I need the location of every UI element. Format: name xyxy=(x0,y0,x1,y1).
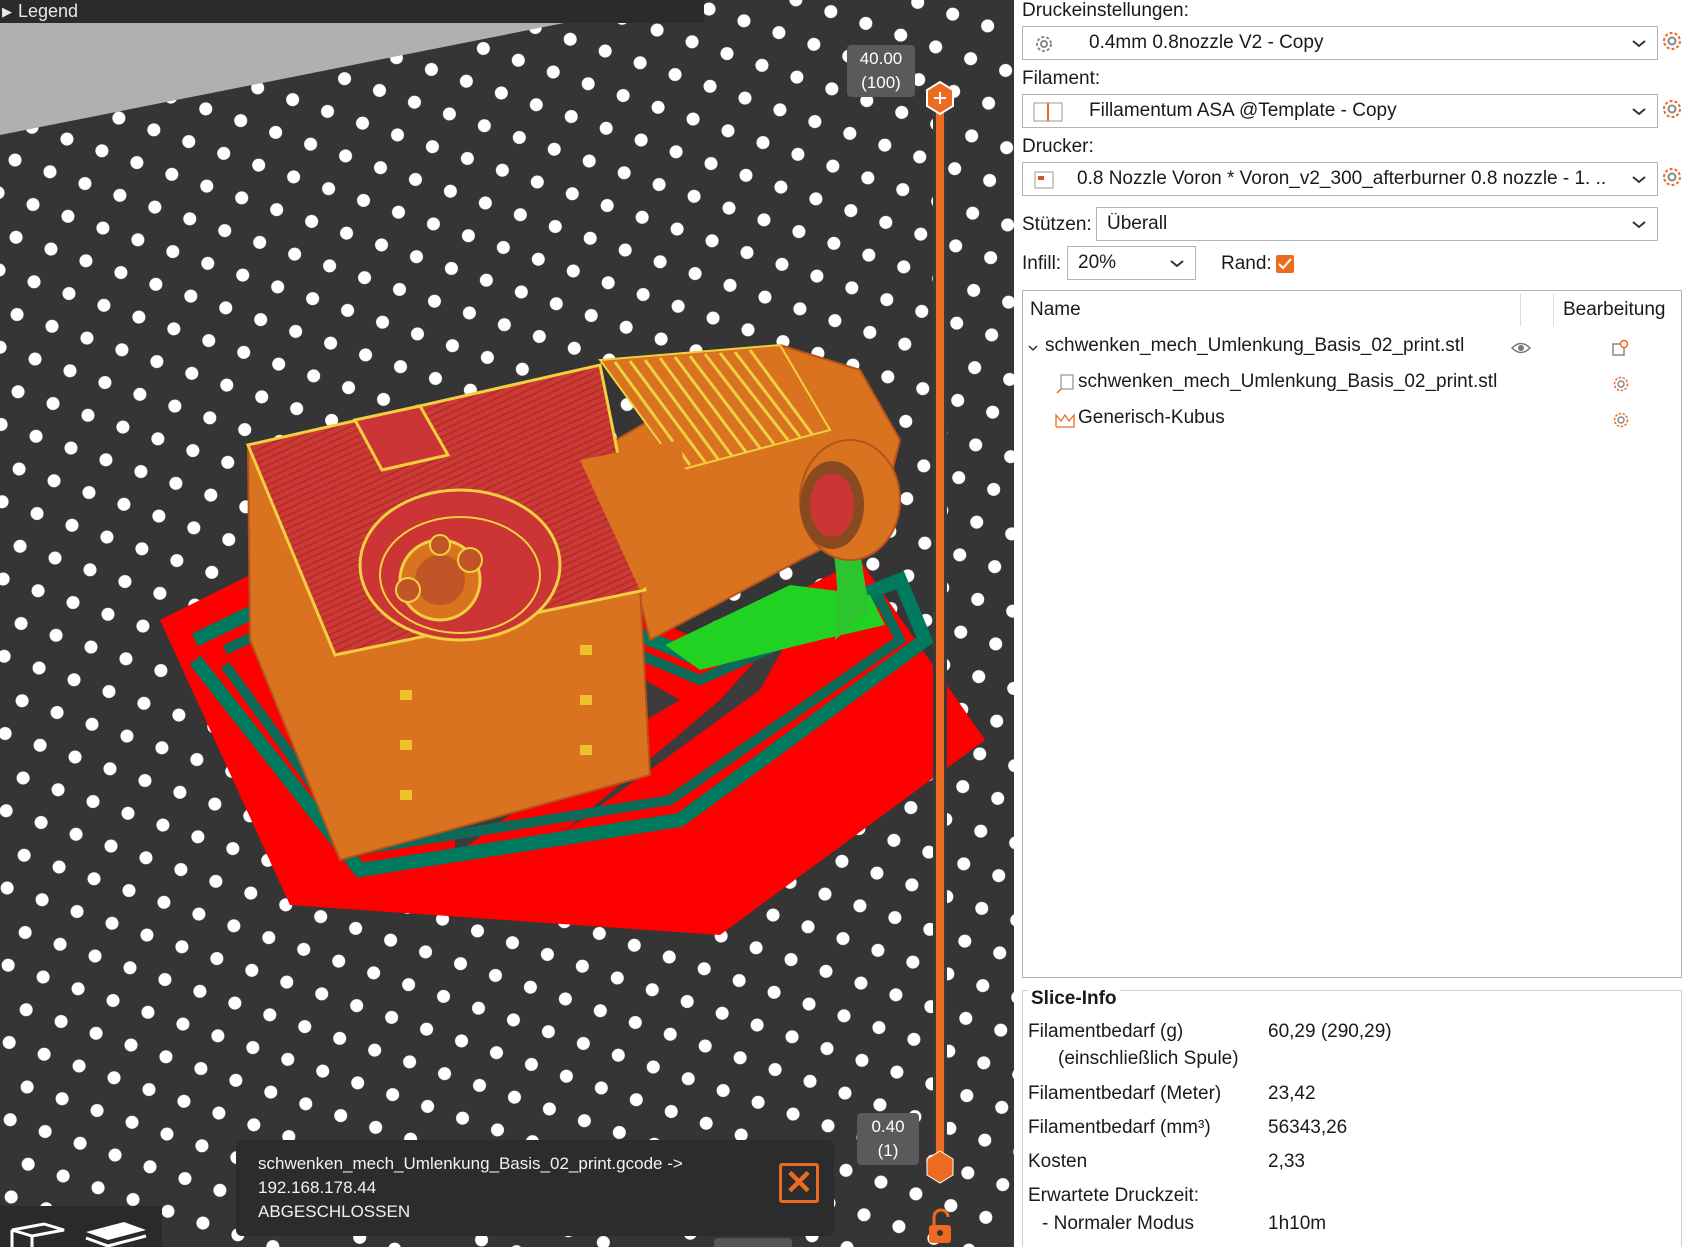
notification-line-3: ABGESCHLOSSEN xyxy=(258,1202,411,1221)
slice-info-box: Slice-Info Filamentbedarf (g) 60,29 (290… xyxy=(1022,980,1682,1247)
filament-edit-gear-icon[interactable] xyxy=(1661,98,1683,120)
infill-label: Infill: xyxy=(1022,253,1062,274)
chevron-down-icon xyxy=(1170,260,1184,268)
eye-icon[interactable] xyxy=(1511,341,1531,355)
3d-preview-viewport[interactable]: ▶ Legend 40.00 (100) 0.40 (1) schwenken_m… xyxy=(0,0,1014,1247)
chevron-down-icon xyxy=(1632,40,1646,48)
print-settings-label: Druckeinstellungen: xyxy=(1022,0,1189,21)
3d-view-icon[interactable] xyxy=(4,1212,68,1247)
object-row[interactable]: schwenken_mech_Umlenkung_Basis_02_print.… xyxy=(1023,367,1681,401)
gear-icon[interactable] xyxy=(1612,411,1630,429)
slice-info-label: Filamentbedarf (Meter) xyxy=(1028,1083,1222,1104)
legend-label: Legend xyxy=(18,1,79,21)
printer-edit-gear-icon[interactable] xyxy=(1661,166,1683,188)
filament-color-icon xyxy=(1033,102,1063,122)
bottom-tab-handle[interactable] xyxy=(714,1238,792,1247)
legend-bar[interactable]: ▶ Legend xyxy=(0,0,704,23)
filament-combo[interactable]: Fillamentum ASA @Template - Copy xyxy=(1022,94,1658,128)
notification-line-2: 192.168.178.44 xyxy=(258,1178,377,1197)
part-icon xyxy=(1056,374,1074,394)
slice-info-label: Erwartete Druckzeit: xyxy=(1028,1185,1200,1206)
chevron-down-icon xyxy=(1632,221,1646,229)
cog-icon xyxy=(1036,36,1052,52)
slice-info-label: Kosten xyxy=(1028,1151,1088,1172)
close-icon: ✕ xyxy=(784,1164,814,1202)
view-toolbar xyxy=(0,1206,162,1247)
object-row[interactable]: Generisch-Kubus xyxy=(1023,403,1681,437)
printer-icon xyxy=(1034,171,1054,189)
slice-info-label: Filamentbedarf (g) xyxy=(1028,1021,1184,1042)
printer-value: 0.8 Nozzle Voron * Voron_v2_300_afterbur… xyxy=(1077,168,1607,189)
supports-combo[interactable]: Überall xyxy=(1096,207,1658,241)
upload-notification: schwenken_mech_Umlenkung_Basis_02_print.… xyxy=(236,1140,834,1236)
layer-bottom-height: 0.40 xyxy=(871,1117,905,1136)
chevron-down-icon xyxy=(1632,176,1646,184)
column-header-edit[interactable]: Bearbeitung xyxy=(1563,299,1665,321)
print-settings-edit-gear-icon[interactable] xyxy=(1661,30,1683,52)
notification-line-1: schwenken_mech_Umlenkung_Basis_02_print.… xyxy=(258,1154,683,1173)
layer-bottom-index: (1) xyxy=(877,1141,899,1160)
layer-bottom-tooltip: 0.40 (1) xyxy=(857,1113,919,1165)
slice-info-value: 2,33 xyxy=(1268,1151,1305,1172)
part-name: schwenken_mech_Umlenkung_Basis_02_print.… xyxy=(1078,371,1498,392)
slice-info-title: Slice-Info xyxy=(1028,988,1120,1010)
layer-top-tooltip: 40.00 (100) xyxy=(847,45,915,97)
layers-view-icon[interactable] xyxy=(84,1212,148,1247)
brim-label: Rand: xyxy=(1221,253,1272,274)
object-settings-icon[interactable] xyxy=(1611,339,1629,357)
slice-info-value: 1h10m xyxy=(1268,1213,1327,1234)
object-name: schwenken_mech_Umlenkung_Basis_02_print.… xyxy=(1045,335,1465,356)
slice-info-label: (einschließlich Spule) xyxy=(1058,1048,1239,1069)
layer-slider-top-thumb[interactable] xyxy=(926,80,954,116)
supports-label: Stützen: xyxy=(1022,214,1092,235)
infill-value: 20% xyxy=(1078,252,1117,273)
chevron-down-icon[interactable] xyxy=(1027,342,1039,354)
slice-info-value: 23,42 xyxy=(1268,1083,1316,1104)
column-header-name[interactable]: Name xyxy=(1030,299,1081,321)
print-preview-scene[interactable] xyxy=(0,0,1014,1247)
print-settings-combo[interactable]: 0.4mm 0.8nozzle V2 - Copy xyxy=(1022,26,1658,60)
filament-label: Filament: xyxy=(1022,68,1101,89)
expand-triangle-icon[interactable]: ▶ xyxy=(2,1,12,23)
chevron-down-icon xyxy=(1632,108,1646,116)
slice-info-label: - Normaler Modus xyxy=(1042,1213,1195,1234)
close-notification-button[interactable]: ✕ xyxy=(779,1163,819,1203)
object-list[interactable]: Name Bearbeitung schwenken_mech_Umlenkun… xyxy=(1022,290,1682,978)
support-blocker-icon xyxy=(1055,413,1075,428)
slice-info-value: 60,29 (290,29) xyxy=(1268,1021,1392,1042)
list-scrollbar[interactable] xyxy=(1682,290,1687,890)
brim-checkbox[interactable] xyxy=(1276,255,1294,273)
layer-top-height: 40.00 xyxy=(859,49,903,68)
filament-value: Fillamentum ASA @Template - Copy xyxy=(1089,100,1397,121)
modifier-name: Generisch-Kubus xyxy=(1078,407,1225,428)
slice-info-value: 56343,26 xyxy=(1268,1117,1348,1138)
slice-info-label: Filamentbedarf (mm³) xyxy=(1028,1117,1211,1138)
supports-value: Überall xyxy=(1107,213,1168,234)
object-row[interactable]: schwenken_mech_Umlenkung_Basis_02_print.… xyxy=(1023,331,1681,365)
settings-sidebar: Druckeinstellungen: 0.4mm 0.8nozzle V2 -… xyxy=(1014,0,1687,1247)
checkmark-icon xyxy=(1278,258,1292,270)
gear-icon[interactable] xyxy=(1612,375,1630,393)
layer-top-index: (100) xyxy=(861,73,901,92)
printer-combo[interactable]: 0.8 Nozzle Voron * Voron_v2_300_afterbur… xyxy=(1022,162,1658,196)
printer-label: Drucker: xyxy=(1022,136,1094,157)
infill-combo[interactable]: 20% xyxy=(1067,246,1196,280)
print-settings-value: 0.4mm 0.8nozzle V2 - Copy xyxy=(1089,32,1324,53)
